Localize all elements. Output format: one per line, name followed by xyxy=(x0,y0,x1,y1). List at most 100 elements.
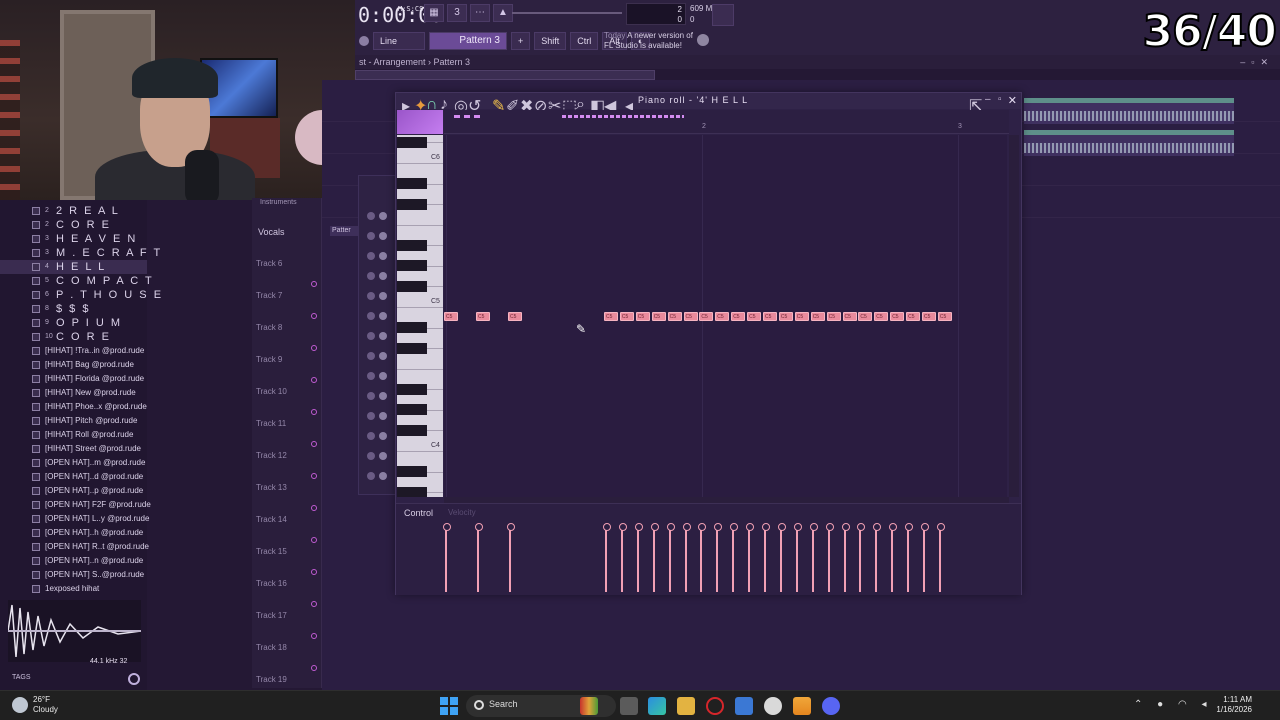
wait-icon[interactable]: ⋯ xyxy=(470,4,490,22)
snap-select[interactable]: Line xyxy=(373,32,425,50)
velocity-stem[interactable] xyxy=(650,523,659,592)
channel-knob[interactable] xyxy=(379,352,387,360)
browser-file-item[interactable]: [HIHAT] Florida @prod.rude xyxy=(0,372,147,386)
white-key[interactable] xyxy=(397,307,443,308)
velocity-stem[interactable] xyxy=(921,523,929,592)
browser-pattern-item[interactable]: 22 R E A L xyxy=(0,204,147,218)
channel-knob[interactable] xyxy=(367,412,375,420)
channel-knob[interactable] xyxy=(367,212,375,220)
midi-note[interactable]: C5 xyxy=(508,312,522,321)
discord-icon[interactable] xyxy=(822,697,840,715)
velocity-stem[interactable] xyxy=(746,523,755,592)
channel-knob[interactable] xyxy=(367,252,375,260)
black-key[interactable] xyxy=(397,424,427,436)
track-mute-toggle[interactable] xyxy=(311,505,317,511)
brush-icon[interactable]: ✐ xyxy=(506,96,519,115)
midi-note[interactable]: C5 xyxy=(683,312,698,321)
velocity-stem[interactable] xyxy=(825,523,834,592)
midi-note[interactable]: C5 xyxy=(826,312,841,321)
slice-icon[interactable]: ✂ xyxy=(548,96,561,115)
audio-clip[interactable] xyxy=(1024,98,1234,124)
track-label[interactable]: Track 6 xyxy=(256,259,282,268)
maximize-button[interactable]: ▫ xyxy=(998,94,1002,105)
track-label[interactable]: Track 12 xyxy=(256,451,287,460)
velocity-stem[interactable] xyxy=(857,523,866,592)
delete-icon[interactable]: ✖ xyxy=(520,96,533,115)
channel-knob[interactable] xyxy=(367,472,375,480)
piano-roll-menu-icon[interactable]: ◂ xyxy=(625,96,635,115)
browser-file-item[interactable]: [OPEN HAT]..p @prod.rude xyxy=(0,484,147,498)
pencil-icon[interactable]: ✎ xyxy=(492,96,505,115)
velocity-stem[interactable] xyxy=(714,523,723,592)
browser-file-item[interactable]: [HIHAT] Street @prod.rude xyxy=(0,442,147,456)
black-key[interactable] xyxy=(397,239,427,251)
loop-marker[interactable] xyxy=(562,115,684,118)
velocity-stem[interactable] xyxy=(777,523,786,592)
track-label[interactable]: Track 15 xyxy=(256,547,287,556)
browser-file-item[interactable]: [HIHAT] Pitch @prod.rude xyxy=(0,414,147,428)
browser-pattern-item[interactable]: 9O P I U M xyxy=(0,316,147,330)
browser-pattern-item[interactable]: 6P . T H O U S E xyxy=(0,288,161,302)
channel-knob[interactable] xyxy=(379,232,387,240)
channel-knob[interactable] xyxy=(379,392,387,400)
midi-note[interactable]: C5 xyxy=(858,312,873,321)
chrome-icon[interactable] xyxy=(764,697,782,715)
channel-knob[interactable] xyxy=(379,432,387,440)
browser-file-item[interactable]: [OPEN HAT]..n @prod.rude xyxy=(0,554,147,568)
black-key[interactable] xyxy=(397,322,427,334)
browser-file-item[interactable]: [HIHAT] Roll @prod.rude xyxy=(0,428,147,442)
control-label[interactable]: Control xyxy=(404,508,433,518)
stamp-icon[interactable]: ◎ xyxy=(454,96,468,115)
playback-icon[interactable]: ◧ xyxy=(590,96,605,115)
midi-note[interactable]: C5 xyxy=(747,312,762,321)
track-label[interactable]: Track 9 xyxy=(256,355,282,364)
minimize-button[interactable]: – xyxy=(985,94,991,105)
black-key[interactable] xyxy=(397,486,427,497)
track-mute-toggle[interactable] xyxy=(311,345,317,351)
black-key[interactable] xyxy=(397,383,427,395)
midi-note[interactable]: C5 xyxy=(763,312,777,321)
toolbar-window-button[interactable] xyxy=(712,4,734,26)
browser-pattern-item[interactable]: 3M . E C R A F T xyxy=(0,246,160,260)
clock[interactable]: 1:11 AM 1/16/2026 xyxy=(1212,695,1252,715)
channel-knob[interactable] xyxy=(379,412,387,420)
velocity-stem[interactable] xyxy=(841,523,850,592)
black-key[interactable] xyxy=(397,260,427,272)
channel-rack[interactable] xyxy=(358,175,398,495)
pattern-selector[interactable]: Pattern 3 xyxy=(429,32,507,50)
windows-start-icon[interactable] xyxy=(440,697,458,715)
channel-knob[interactable] xyxy=(367,352,375,360)
velocity-lane[interactable] xyxy=(443,518,1009,594)
channel-knob[interactable] xyxy=(367,392,375,400)
ctrl-button[interactable]: Ctrl xyxy=(570,32,599,50)
midi-note[interactable]: C5 xyxy=(842,312,857,321)
arrangement-scrollbar[interactable] xyxy=(355,70,655,80)
midi-note[interactable]: C5 xyxy=(731,312,746,321)
track-label[interactable]: Track 10 xyxy=(256,387,287,396)
track-mute-toggle[interactable] xyxy=(311,377,317,383)
velocity-stem[interactable] xyxy=(762,523,770,592)
task-view-icon[interactable] xyxy=(620,697,638,715)
pattern-clip[interactable]: Patter xyxy=(330,226,358,236)
note-icon[interactable]: ♪ xyxy=(440,96,450,113)
midi-note[interactable]: C5 xyxy=(651,312,666,321)
velocity-stem[interactable] xyxy=(793,523,802,592)
browser-pattern-item[interactable]: 8 $ $ $ xyxy=(0,302,147,316)
track-mute-toggle[interactable] xyxy=(311,665,317,671)
track-label[interactable]: Track 11 xyxy=(256,419,286,428)
mute-icon[interactable]: ⊘ xyxy=(534,96,547,115)
velocity-stem[interactable] xyxy=(475,523,483,592)
browser-file-item[interactable]: [OPEN HAT] L..y @prod.rude xyxy=(0,512,149,526)
track-mute-toggle[interactable] xyxy=(311,569,317,575)
white-key[interactable] xyxy=(397,224,443,226)
browser-file-item[interactable]: [HIHAT] Phoe..x @prod.rude xyxy=(0,400,147,414)
midi-note[interactable]: C5 xyxy=(794,312,809,321)
track-mute-toggle[interactable] xyxy=(311,409,317,415)
velocity-stem[interactable] xyxy=(618,523,627,592)
midi-note[interactable]: C5 xyxy=(890,312,905,321)
white-key[interactable] xyxy=(397,451,443,452)
midi-note[interactable]: C5 xyxy=(619,312,634,321)
vertical-scrollbar[interactable] xyxy=(1009,135,1019,497)
channel-knob[interactable] xyxy=(379,252,387,260)
piano-keyboard[interactable]: C6 C5 C4 xyxy=(397,135,443,497)
